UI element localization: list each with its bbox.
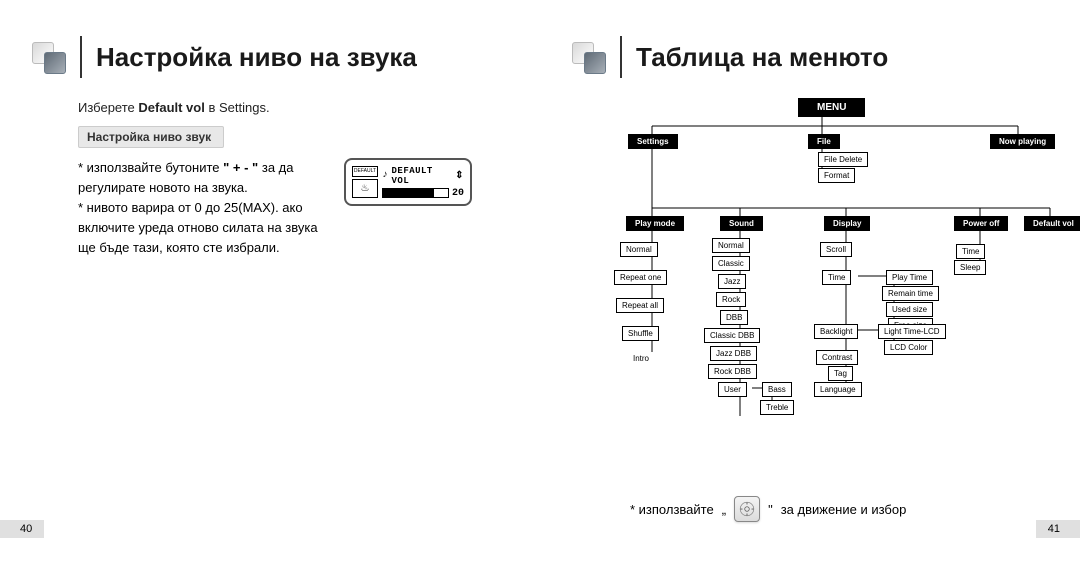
- page-number-left: 40: [0, 520, 44, 538]
- heading-cubes-icon: [570, 40, 610, 74]
- node-pm-shuffle: Shuffle: [622, 326, 659, 341]
- lcd-main: ♪ DEFAULT VOL ⇕ 20: [382, 166, 464, 198]
- node-pm-repeat-one: Repeat one: [614, 270, 667, 285]
- lcd-updown-icon: ⇕: [455, 170, 464, 182]
- node-display-language: Language: [814, 382, 862, 397]
- footnote-pre: * използвайте: [630, 502, 714, 517]
- page-number-right: 41: [1036, 520, 1080, 538]
- heading-divider: [620, 36, 622, 78]
- node-display-time: Time: [822, 270, 851, 285]
- node-display-tag: Tag: [828, 366, 853, 381]
- lcd-speaker-icon: ♨: [352, 179, 378, 198]
- node-sound-user: User: [718, 382, 747, 397]
- node-time-play: Play Time: [886, 270, 933, 285]
- node-pm-intro: Intro: [628, 352, 654, 365]
- node-sound-jazz-dbb: Jazz DBB: [710, 346, 757, 361]
- node-sound-rock: Rock: [716, 292, 746, 307]
- heading-left: Настройка ниво на звука: [30, 36, 509, 78]
- lcd-note-icon: ♪: [382, 170, 389, 181]
- node-sound-classic: Classic: [712, 256, 750, 271]
- node-pm-repeat-all: Repeat all: [616, 298, 664, 313]
- footnote-quote-open: „: [722, 502, 726, 517]
- lcd-value: 20: [452, 188, 464, 199]
- node-now-playing: Now playing: [990, 134, 1055, 149]
- heading-divider: [80, 36, 82, 78]
- instruction-line: Изберете Default vol в Settings.: [30, 98, 509, 118]
- node-file: File: [808, 134, 840, 149]
- node-sound: Sound: [720, 216, 763, 231]
- section-label: Настройка ниво звук: [78, 126, 224, 148]
- footnote-post: за движение и избор: [781, 502, 907, 517]
- node-pm-normal: Normal: [620, 242, 658, 257]
- heading-right: Таблица на менюто: [570, 36, 1050, 78]
- instruction-bold: Default vol: [138, 100, 204, 115]
- node-settings: Settings: [628, 134, 678, 149]
- node-poweroff-sleep: Sleep: [954, 260, 986, 275]
- node-menu: MENU: [798, 98, 865, 117]
- node-power-off: Power off: [954, 216, 1008, 231]
- node-display-scroll: Scroll: [820, 242, 852, 257]
- right-page: Таблица на менюто: [540, 0, 1080, 562]
- node-sound-normal: Normal: [712, 238, 750, 253]
- lcd-badge: DEFAULT: [352, 166, 378, 177]
- node-format: Format: [818, 168, 855, 183]
- node-default-vol: Default vol: [1024, 216, 1080, 231]
- lcd-volume-bar: [382, 188, 449, 198]
- node-display-backlight: Backlight: [814, 324, 858, 339]
- node-time-used: Used size: [886, 302, 933, 317]
- node-bl-light-time: Light Time-LCD: [878, 324, 946, 339]
- left-page: Настройка ниво на звука Изберете Default…: [0, 0, 540, 562]
- node-sound-classic-dbb: Classic DBB: [704, 328, 760, 343]
- page-title-left: Настройка ниво на звука: [96, 42, 417, 73]
- para2: * нивото варира от 0 до 25(MAX). ако вкл…: [78, 198, 328, 258]
- lcd-left-icons: DEFAULT ♨: [352, 166, 378, 198]
- para1: * използвайте бутоните " + - " за да рег…: [78, 158, 328, 198]
- footnote: * използвайте „ " за движение и избор: [630, 496, 906, 522]
- page-title-right: Таблица на менюто: [636, 42, 888, 73]
- nav-pad-icon: [734, 496, 760, 522]
- node-sound-jazz: Jazz: [718, 274, 746, 289]
- paragraph-block: * използвайте бутоните " + - " за да рег…: [78, 158, 328, 259]
- node-sound-rock-dbb: Rock DBB: [708, 364, 757, 379]
- node-display-contrast: Contrast: [816, 350, 858, 365]
- instruction-post: в Settings.: [208, 100, 269, 115]
- node-display: Display: [824, 216, 870, 231]
- node-play-mode: Play mode: [626, 216, 684, 231]
- node-user-bass: Bass: [762, 382, 792, 397]
- lcd-title: DEFAULT VOL: [392, 166, 453, 186]
- instruction-pre: Изберете: [78, 100, 135, 115]
- node-bl-lcd-color: LCD Color: [884, 340, 933, 355]
- heading-cubes-icon: [30, 40, 70, 74]
- footnote-quote-close: ": [768, 502, 773, 517]
- node-poweroff-time: Time: [956, 244, 985, 259]
- lcd-screenshot: DEFAULT ♨ ♪ DEFAULT VOL ⇕ 20: [344, 158, 472, 206]
- node-time-remain: Remain time: [882, 286, 939, 301]
- node-sound-dbb: DBB: [720, 310, 748, 325]
- node-file-delete: File Delete: [818, 152, 868, 167]
- node-user-treble: Treble: [760, 400, 794, 415]
